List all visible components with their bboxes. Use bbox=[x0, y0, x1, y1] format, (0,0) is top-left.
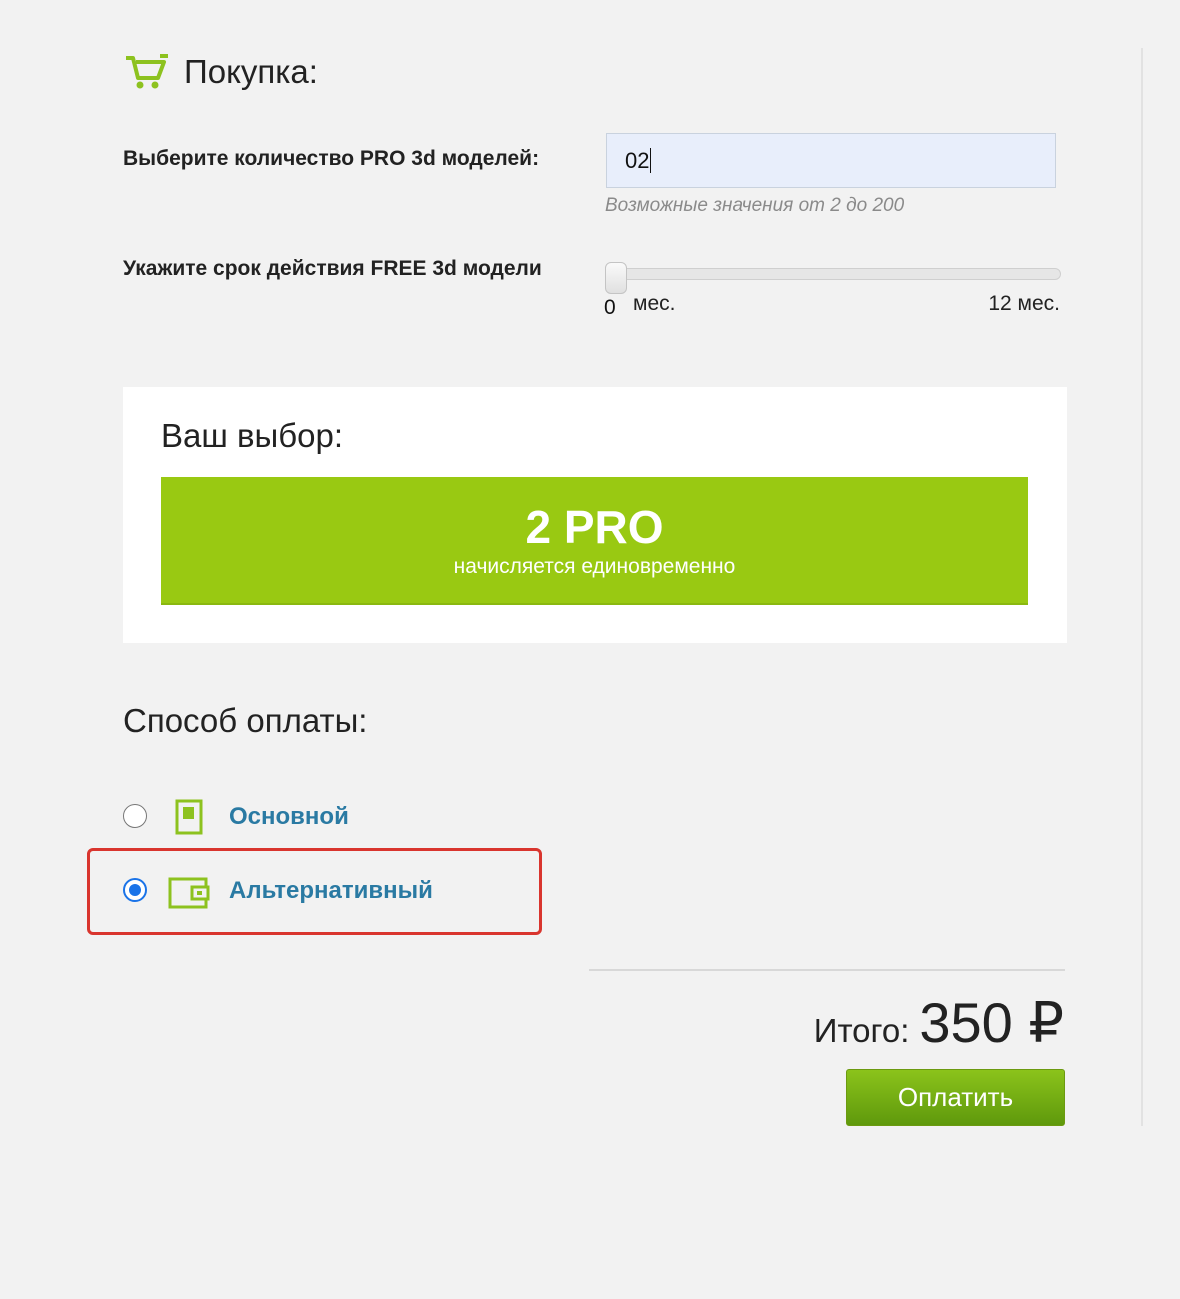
choice-amount: 2 PRO bbox=[525, 501, 664, 553]
total: Итого: 350 ₽ bbox=[814, 990, 1064, 1056]
choice-title: Ваш выбор: bbox=[161, 417, 344, 454]
period-slider[interactable] bbox=[605, 262, 1061, 294]
quantity-hint: Возможные значения от 2 до 200 bbox=[605, 195, 905, 216]
cart-icon bbox=[126, 54, 168, 89]
choice-summary: Ваш выбор: 2 PRO начисляется единовремен… bbox=[123, 387, 1067, 643]
slider-min-value: 0 bbox=[604, 296, 616, 319]
payment-method-alternative-label[interactable]: Альтернативный bbox=[229, 877, 433, 905]
payment-radio-main[interactable] bbox=[123, 804, 147, 828]
text-caret bbox=[650, 148, 652, 173]
quantity-input[interactable]: 02 bbox=[606, 133, 1056, 188]
total-label: Итого: bbox=[813, 1012, 910, 1049]
slider-max-label: 12 мес. bbox=[988, 292, 1060, 315]
total-value: 350 ₽ bbox=[919, 991, 1064, 1054]
slider-thumb[interactable] bbox=[605, 262, 627, 294]
card-icon bbox=[175, 799, 203, 835]
quantity-value: 02 bbox=[625, 147, 650, 173]
right-divider bbox=[1141, 48, 1143, 1126]
payment-method-main-label[interactable]: Основной bbox=[229, 803, 349, 831]
wallet-icon bbox=[168, 877, 210, 909]
payment-title: Способ оплаты: bbox=[123, 702, 368, 739]
slider-track[interactable] bbox=[605, 268, 1061, 280]
total-divider bbox=[589, 969, 1065, 971]
choice-note: начисляется единовременно bbox=[453, 555, 736, 578]
pay-button[interactable]: Оплатить bbox=[846, 1069, 1065, 1126]
payment-radio-alternative[interactable] bbox=[123, 878, 147, 902]
slider-min-unit: мес. bbox=[633, 292, 676, 315]
page-title: Покупка: bbox=[184, 53, 318, 90]
choice-banner: 2 PRO начисляется единовременно bbox=[161, 477, 1028, 605]
period-label: Укажите срок действия FREE 3d модели bbox=[123, 257, 542, 280]
quantity-label: Выберите количество PRO 3d моделей: bbox=[123, 147, 540, 170]
purchase-header: Покупка: bbox=[122, 50, 318, 94]
